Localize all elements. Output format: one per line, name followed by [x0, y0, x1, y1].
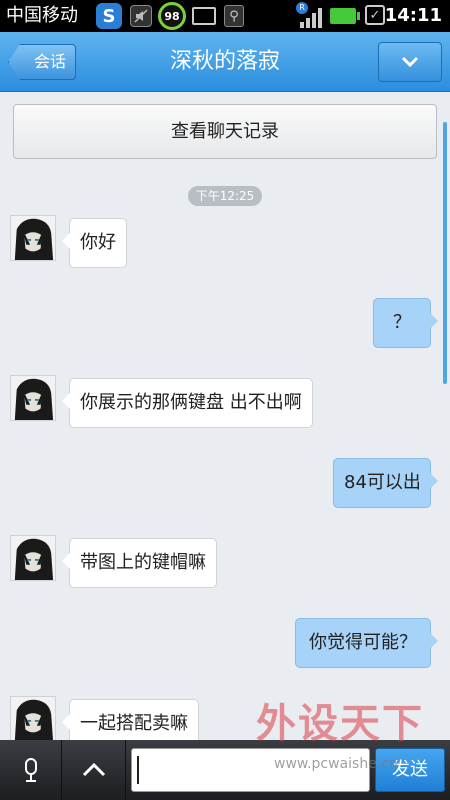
outgoing-message[interactable]: 你觉得可能？ [295, 618, 438, 668]
status-bar: 中国移动 S 98 ⚲ R ✓ 14:11 [0, 0, 450, 32]
contact-avatar[interactable] [10, 535, 56, 581]
battery-icon [330, 8, 360, 24]
title-bar: 会话 深秋的落寂 [0, 32, 450, 92]
avatar-image [11, 216, 55, 260]
contact-avatar[interactable] [10, 696, 56, 740]
text-cursor [137, 756, 139, 784]
scrollbar[interactable] [443, 122, 447, 384]
360-security-icon: S [96, 3, 122, 29]
back-button[interactable]: 会话 [8, 44, 76, 80]
voice-button[interactable] [0, 740, 62, 800]
monitor-icon [192, 7, 216, 25]
message-input[interactable] [131, 748, 370, 792]
back-button-label: 会话 [33, 52, 66, 71]
chevron-down-icon [401, 56, 419, 68]
incoming-message[interactable]: 一起搭配卖嘛 [62, 699, 199, 740]
incoming-message[interactable]: 带图上的键帽嘛 [62, 538, 217, 588]
view-history-button[interactable]: 查看聊天记录 [13, 104, 437, 159]
outgoing-message[interactable]: 84可以出 [333, 458, 438, 508]
carrier-name: 中国移动 [6, 5, 78, 26]
send-button[interactable]: 发送 [375, 748, 445, 792]
contact-avatar[interactable] [10, 375, 56, 421]
98-badge-icon: 98 [158, 2, 186, 30]
outgoing-message[interactable]: ？ [373, 298, 438, 348]
incoming-message[interactable]: 你好 [62, 218, 127, 268]
contact-avatar[interactable] [10, 215, 56, 261]
chat-title: 深秋的落寂 [169, 49, 280, 74]
avatar-image [11, 697, 55, 740]
avatar-image [11, 536, 55, 580]
message-timestamp: 下午12:25 [188, 186, 262, 206]
menu-button[interactable] [378, 42, 442, 82]
input-bar: 发送 [0, 740, 450, 800]
microphone-icon [24, 758, 37, 782]
chevron-up-icon [82, 762, 105, 777]
expand-button[interactable] [62, 740, 126, 800]
incoming-message[interactable]: 你展示的那俩键盘 出不出啊 [62, 378, 313, 428]
check-icon: ✓ [365, 5, 385, 25]
clock: 14:11 [384, 5, 442, 26]
avatar-image [11, 376, 55, 420]
signal-icon [298, 6, 322, 28]
mute-icon [130, 5, 152, 27]
usb-icon: ⚲ [224, 5, 244, 27]
chat-area[interactable]: 查看聊天记录 下午12:25 你好 ？ 你展示的那俩键盘 出不出啊 84可以出 … [0, 92, 450, 740]
